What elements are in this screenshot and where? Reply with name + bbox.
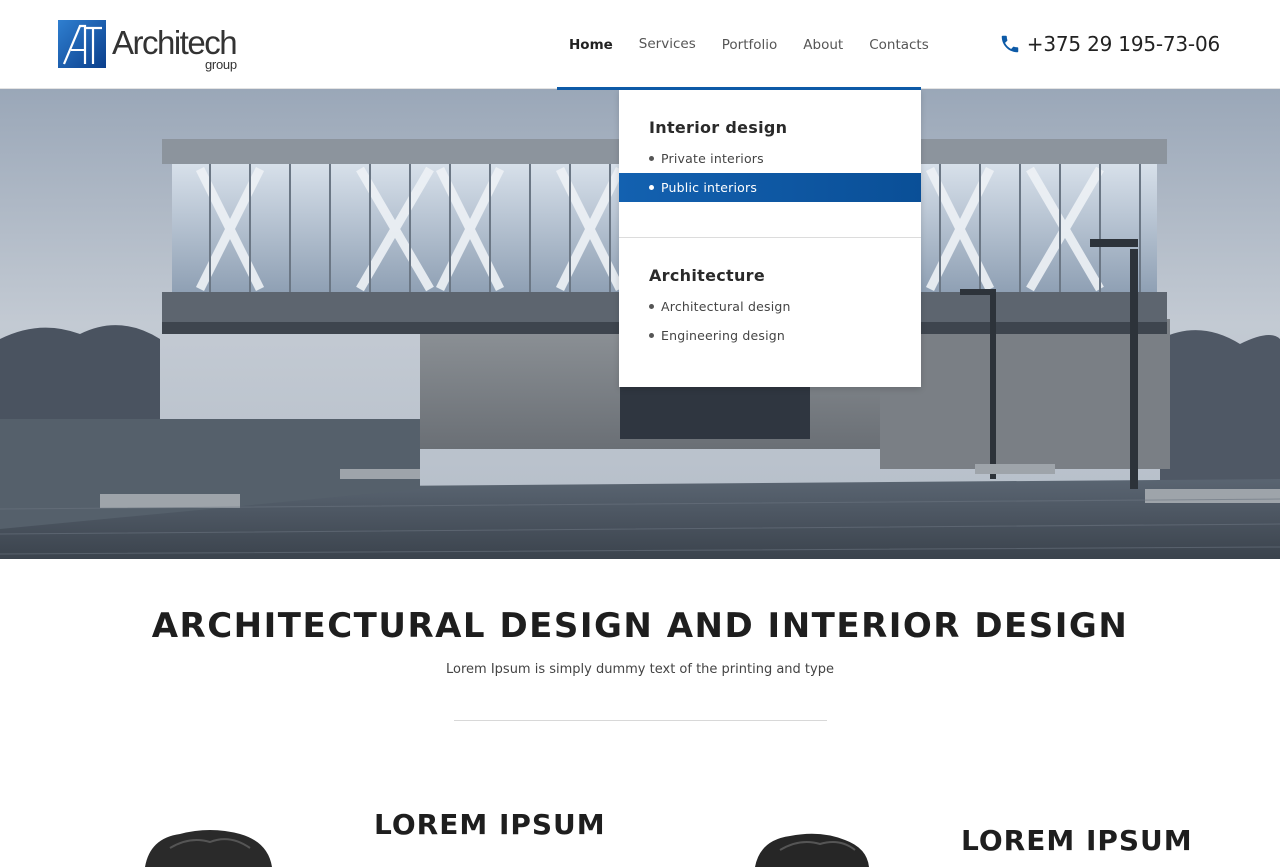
portrait-image-2 [755,833,869,867]
page-title: ARCHITECTURAL DESIGN AND INTERIOR DESIGN [151,606,1129,646]
menu-item-engineering-design[interactable]: Engineering design [619,321,921,350]
services-dropdown: Interior design Private interiors Public… [619,90,921,387]
feature-title-2: LOREM IPSUM [961,824,1193,857]
nav-contacts[interactable]: Contacts [856,0,942,89]
menu-item-public-interiors[interactable]: Public interiors [619,173,921,202]
nav-services[interactable]: Services [626,0,709,89]
menu-divider [619,237,921,238]
menu-heading-interior-design: Interior design [649,118,788,137]
menu-group-interior: Interior design Private interiors Public… [619,118,921,202]
title-divider [454,720,827,721]
page-subtitle: Lorem Ipsum is simply dummy text of the … [446,662,834,677]
feature-title-1: LOREM IPSUM [374,808,606,841]
menu-group-architecture: Architecture Architectural design Engine… [619,266,921,350]
menu-item-architectural-design[interactable]: Architectural design [619,292,921,321]
site-header: Architech group Home Services Portfolio … [0,0,1280,89]
nav-about[interactable]: About [790,0,856,89]
portrait-image-1 [145,830,272,867]
nav-active-underline [557,87,921,90]
phone-number: +375 29 195-73-06 [1026,32,1220,56]
logo-subtitle: group [205,57,237,72]
menu-heading-architecture: Architecture [649,266,765,285]
phone-contact[interactable]: +375 29 195-73-06 [999,30,1220,58]
architech-logo-icon [58,20,106,68]
phone-icon [1001,35,1019,53]
nav-portfolio[interactable]: Portfolio [709,0,791,89]
menu-item-private-interiors[interactable]: Private interiors [619,144,921,173]
main-nav: Home Services Portfolio About Contacts [557,0,942,89]
nav-home[interactable]: Home [557,0,626,89]
logo-link[interactable]: Architech group [58,20,248,74]
